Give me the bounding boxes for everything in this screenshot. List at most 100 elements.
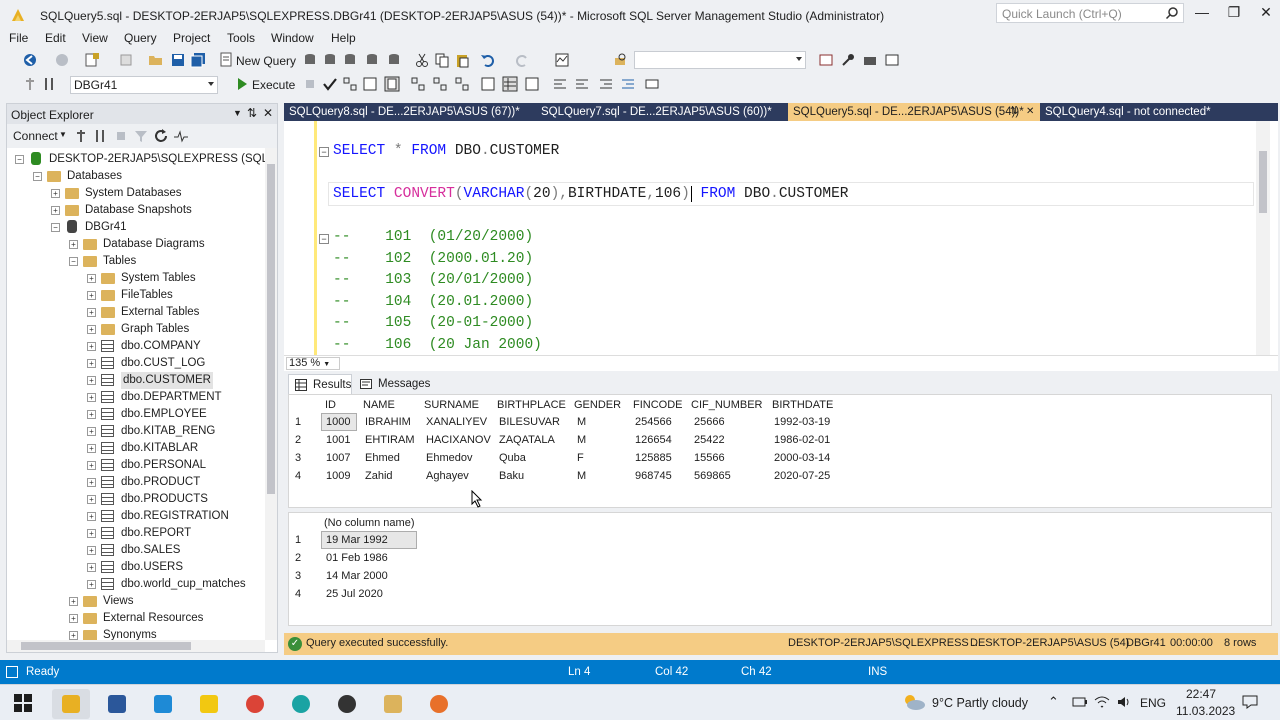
minimize-button[interactable]: — bbox=[1188, 4, 1216, 24]
row-number[interactable]: 3 bbox=[295, 450, 301, 466]
stop-icon[interactable] bbox=[302, 76, 318, 92]
table-cell[interactable]: BILESUVAR bbox=[499, 414, 560, 430]
table-cell[interactable]: IBRAHIM bbox=[365, 414, 411, 430]
taskbar-media-player[interactable] bbox=[420, 689, 458, 719]
execute-button[interactable]: Execute bbox=[252, 78, 295, 92]
expand-icon[interactable]: + bbox=[87, 274, 96, 283]
column-header[interactable]: CIF_NUMBER bbox=[691, 397, 763, 413]
tree-node-server[interactable]: − DESKTOP-2ERJAP5\SQLEXPRESS (SQL Serve bbox=[15, 151, 265, 168]
taskbar-file-explorer[interactable] bbox=[374, 689, 412, 719]
tree-node-table[interactable]: + dbo.PERSONAL bbox=[87, 457, 257, 474]
database-engine-query-icon[interactable] bbox=[302, 52, 318, 68]
taskbar-powerbi[interactable] bbox=[190, 689, 228, 719]
tree-node-table[interactable]: + dbo.EMPLOYEE bbox=[87, 406, 257, 423]
expand-icon[interactable]: + bbox=[87, 546, 96, 555]
tree-node-tables[interactable]: − Tables bbox=[69, 253, 259, 270]
expand-icon[interactable]: + bbox=[87, 308, 96, 317]
close-panel-icon[interactable]: ✕ bbox=[263, 106, 273, 120]
connect-dropdown-icon[interactable]: ▼ bbox=[59, 130, 67, 139]
change-connection-icon[interactable] bbox=[42, 76, 58, 92]
tree-node-database-diagrams[interactable]: + Database Diagrams bbox=[69, 236, 259, 253]
tree-node-external-tables[interactable]: + External Tables bbox=[87, 304, 257, 321]
table-cell[interactable]: 2020-07-25 bbox=[774, 468, 830, 484]
row-number[interactable]: 1 bbox=[295, 532, 301, 548]
column-header[interactable]: NAME bbox=[363, 397, 395, 413]
show-hidden-icons-icon[interactable]: ⌃ bbox=[1048, 694, 1059, 710]
table-cell[interactable]: 01 Feb 1986 bbox=[326, 550, 388, 566]
uncomment-icon[interactable] bbox=[574, 76, 590, 92]
row-number[interactable]: 4 bbox=[295, 468, 301, 484]
tools-icon[interactable] bbox=[840, 52, 856, 68]
activity-monitor-icon[interactable] bbox=[173, 128, 189, 144]
close-tab-icon[interactable]: ✕ bbox=[1026, 103, 1034, 121]
expand-icon[interactable]: + bbox=[87, 512, 96, 521]
table-cell[interactable]: 1001 bbox=[326, 432, 350, 448]
table-cell[interactable]: Zahid bbox=[365, 468, 393, 484]
row-number[interactable]: 2 bbox=[295, 550, 301, 566]
expand-icon[interactable]: + bbox=[51, 189, 60, 198]
collapse-region-icon[interactable]: − bbox=[319, 234, 329, 244]
table-cell[interactable]: Baku bbox=[499, 468, 524, 484]
activity-monitor-icon[interactable] bbox=[554, 52, 570, 68]
tab-sqlquery7[interactable]: SQLQuery7.sql - DE...2ERJAP5\ASUS (60))* bbox=[536, 103, 786, 121]
notifications-icon[interactable] bbox=[1242, 694, 1258, 710]
table-cell[interactable]: 1000 bbox=[321, 413, 357, 431]
table-cell[interactable]: HACIXANOV bbox=[426, 432, 491, 448]
row-number[interactable]: 2 bbox=[295, 432, 301, 448]
expand-icon[interactable]: + bbox=[69, 631, 78, 640]
scrollbar-thumb[interactable] bbox=[267, 164, 275, 494]
wifi-icon[interactable] bbox=[1094, 695, 1110, 709]
menu-window[interactable]: Window bbox=[271, 31, 314, 45]
menu-project[interactable]: Project bbox=[173, 31, 210, 45]
expand-icon[interactable]: + bbox=[87, 495, 96, 504]
table-cell[interactable]: Ehmed bbox=[365, 450, 400, 466]
tree-node-table[interactable]: + dbo.COMPANY bbox=[87, 338, 257, 355]
refresh-icon[interactable] bbox=[153, 128, 169, 144]
find-icon[interactable] bbox=[612, 52, 628, 68]
pin-icon[interactable]: ⇅ bbox=[247, 106, 257, 120]
tree-node-views[interactable]: + Views bbox=[69, 593, 259, 610]
table-cell[interactable]: M bbox=[577, 414, 586, 430]
collapse-icon[interactable]: − bbox=[69, 257, 78, 266]
expand-icon[interactable]: + bbox=[87, 359, 96, 368]
table-cell[interactable]: 968745 bbox=[635, 468, 672, 484]
expand-icon[interactable]: + bbox=[87, 291, 96, 300]
connect-object-icon[interactable] bbox=[73, 128, 89, 144]
expand-icon[interactable]: + bbox=[87, 529, 96, 538]
tree-node-table[interactable]: + dbo.REGISTRATION bbox=[87, 508, 257, 525]
column-header[interactable]: GENDER bbox=[574, 397, 621, 413]
table-cell[interactable]: 25 Jul 2020 bbox=[326, 586, 383, 602]
tree-node-synonyms[interactable]: + Synonyms bbox=[69, 627, 259, 640]
tab-sqlquery8[interactable]: SQLQuery8.sql - DE...2ERJAP5\ASUS (67))* bbox=[284, 103, 534, 121]
tree-node-database-snapshots[interactable]: + Database Snapshots bbox=[51, 202, 261, 219]
expand-icon[interactable]: + bbox=[69, 597, 78, 606]
column-header[interactable]: ID bbox=[325, 397, 336, 413]
row-number[interactable]: 3 bbox=[295, 568, 301, 584]
table-cell[interactable]: M bbox=[577, 468, 586, 484]
expand-icon[interactable]: + bbox=[87, 376, 96, 385]
disconnect-icon[interactable] bbox=[93, 128, 109, 144]
redo-icon[interactable] bbox=[514, 52, 530, 68]
result-grid-2[interactable]: (No column name) 1 19 Mar 1992 2 01 Feb … bbox=[288, 512, 1272, 626]
save-icon[interactable] bbox=[170, 52, 186, 68]
column-header[interactable]: FINCODE bbox=[633, 397, 683, 413]
specify-values-icon[interactable] bbox=[644, 76, 660, 92]
mdx-query-icon[interactable] bbox=[322, 52, 338, 68]
language-indicator[interactable]: ENG bbox=[1140, 696, 1166, 710]
weather-text[interactable]: 9°C Partly cloudy bbox=[932, 696, 1028, 710]
tab-results[interactable]: Results bbox=[288, 374, 352, 394]
tree-node-table[interactable]: + dbo.PRODUCTS bbox=[87, 491, 257, 508]
tree-node-table[interactable]: + dbo.DEPARTMENT bbox=[87, 389, 257, 406]
tree-node-table[interactable]: + dbo.USERS bbox=[87, 559, 257, 576]
table-cell[interactable]: 126654 bbox=[635, 432, 672, 448]
tree-node-graph-tables[interactable]: + Graph Tables bbox=[87, 321, 257, 338]
column-header[interactable]: SURNAME bbox=[424, 397, 479, 413]
results-to-text-icon[interactable] bbox=[480, 76, 496, 92]
table-cell[interactable]: 1992-03-19 bbox=[774, 414, 830, 430]
tree-node-databases[interactable]: − Databases bbox=[33, 168, 253, 185]
table-cell[interactable]: Aghayev bbox=[426, 468, 469, 484]
column-header[interactable]: BIRTHDATE bbox=[772, 397, 833, 413]
comment-out-icon[interactable] bbox=[552, 76, 568, 92]
expand-icon[interactable]: + bbox=[87, 444, 96, 453]
taskbar-ssms[interactable] bbox=[52, 689, 90, 719]
